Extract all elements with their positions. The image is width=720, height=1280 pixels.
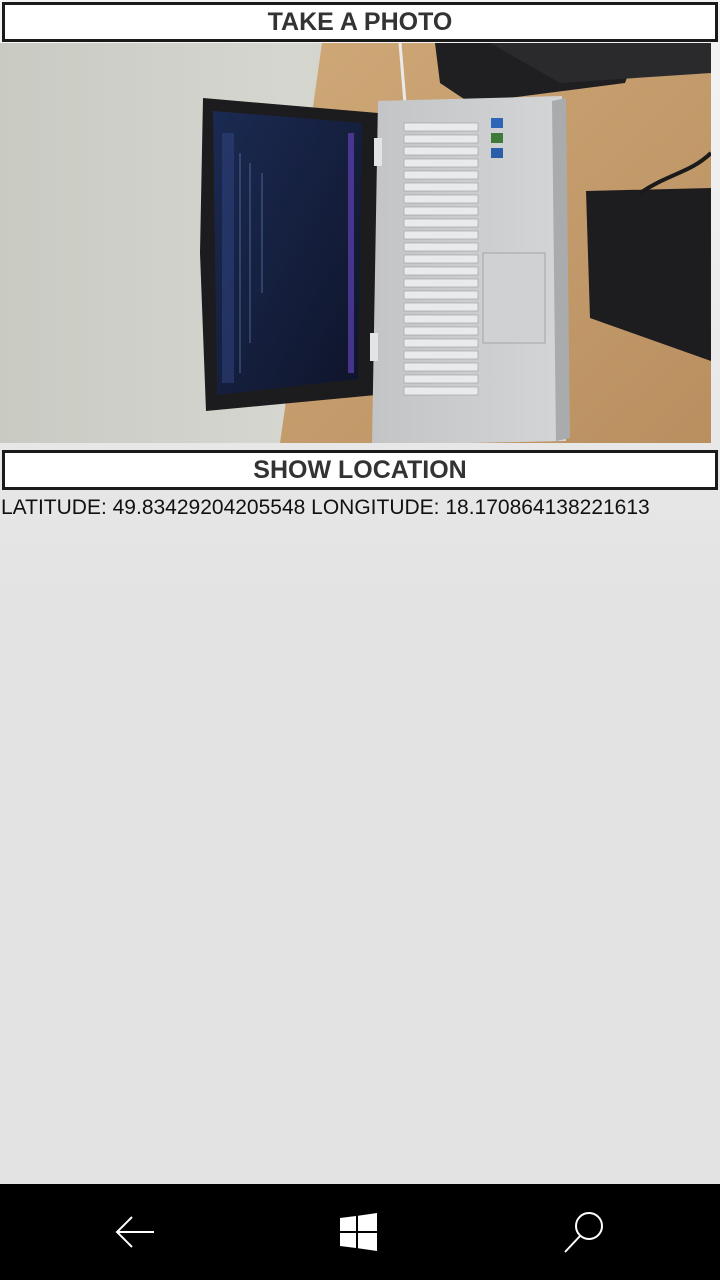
location-coordinates-text: LATITUDE: 49.83429204205548 LONGITUDE: 1… (1, 496, 650, 519)
show-location-button[interactable]: SHOW LOCATION (2, 450, 718, 490)
navigation-bar (0, 1184, 720, 1280)
search-button[interactable] (534, 1184, 634, 1280)
windows-logo-icon (340, 1213, 377, 1251)
captured-photo (0, 43, 711, 443)
back-arrow-icon (115, 1216, 154, 1248)
take-photo-button[interactable]: TAKE A PHOTO (2, 2, 718, 42)
search-icon (564, 1212, 603, 1253)
back-button[interactable] (86, 1184, 186, 1280)
start-button[interactable] (309, 1184, 409, 1280)
